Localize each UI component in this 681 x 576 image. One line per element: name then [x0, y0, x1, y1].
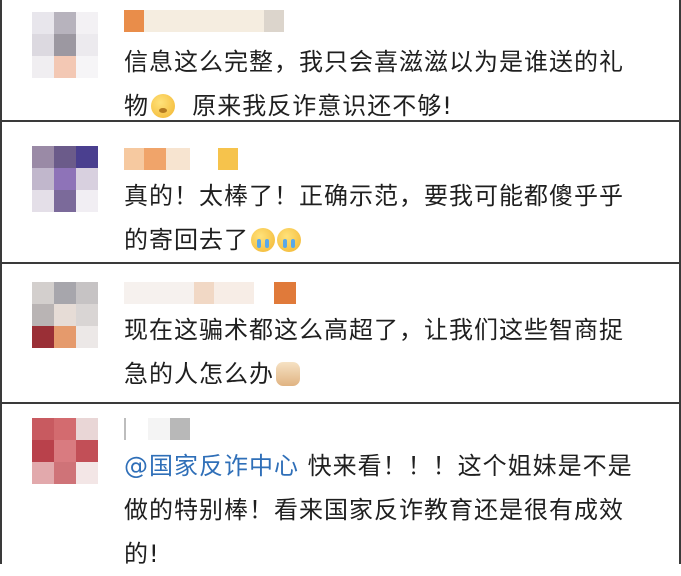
mention-link[interactable]: @国家反诈中心: [124, 452, 299, 480]
username[interactable]: [124, 418, 190, 440]
comment-item-1: 信息这么完整，我只会喜滋滋以为是谁送的礼 物 原来我反诈意识还不够!: [2, 0, 679, 120]
comment-list: 信息这么完整，我只会喜滋滋以为是谁送的礼 物 原来我反诈意识还不够! 真的！太棒…: [0, 0, 681, 568]
comment-text: 现在这骗术都这么高超了，让我们这些智商捉 急的人怎么办: [124, 316, 624, 388]
cat-face-emoji: [276, 362, 300, 386]
comment-text: 真的！太棒了！正确示范，要我可能都傻乎乎 的寄回去了: [124, 182, 624, 254]
username[interactable]: [124, 148, 238, 170]
comment-item-2: 真的！太棒了！正确示范，要我可能都傻乎乎 的寄回去了: [2, 122, 679, 262]
comment-item-4: @国家反诈中心 快来看！！！这个姐妹是不是 做的特别棒！看来国家反诈教育还是很有…: [2, 404, 679, 568]
comment-text: @国家反诈中心 快来看！！！这个姐妹是不是 做的特别棒！看来国家反诈教育还是很有…: [124, 452, 633, 568]
crying-face-emoji: [277, 228, 301, 252]
username[interactable]: [124, 282, 296, 304]
avatar[interactable]: [32, 418, 98, 484]
comment-item-3: 现在这骗术都这么高超了，让我们这些智商捉 急的人怎么办: [2, 264, 679, 402]
dizzy-face-emoji: [151, 94, 175, 118]
avatar[interactable]: [32, 282, 98, 348]
comment-text: 信息这么完整，我只会喜滋滋以为是谁送的礼 物 原来我反诈意识还不够!: [124, 48, 624, 120]
crying-face-emoji: [251, 228, 275, 252]
avatar[interactable]: [32, 146, 98, 212]
username[interactable]: [124, 10, 284, 32]
avatar[interactable]: [32, 12, 98, 78]
